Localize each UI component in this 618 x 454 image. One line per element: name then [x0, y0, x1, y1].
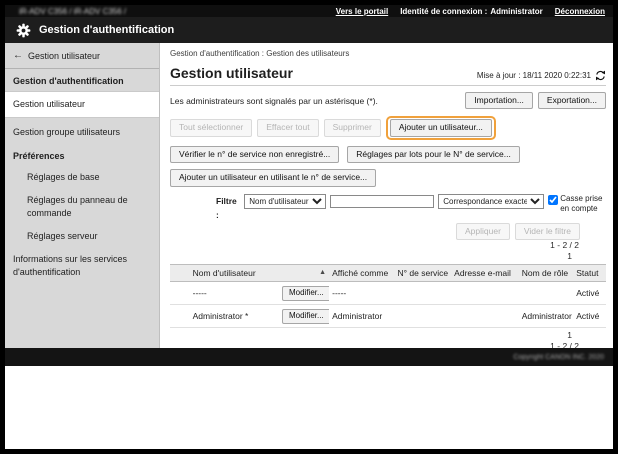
- users-table: Nom d'utilisateur ▲ Affiché comme N° de …: [170, 264, 606, 328]
- clear-all-button: Effacer tout: [257, 119, 318, 136]
- last-updated-text: Mise à jour : 18/11 2020 0:22:31: [477, 71, 591, 80]
- sidebar-item-group-management[interactable]: Gestion groupe utilisateurs: [5, 121, 159, 144]
- pagination-page-number[interactable]: 1: [170, 330, 579, 341]
- apply-filter-button: Appliquer: [456, 223, 510, 240]
- gear-icon: [16, 23, 31, 38]
- add-user-by-dept-button[interactable]: Ajouter un utilisateur en utilisant le n…: [170, 169, 376, 186]
- row-select-cell: [170, 305, 190, 328]
- back-arrow-icon: ←: [13, 50, 23, 61]
- header-user-name[interactable]: Nom d'utilisateur ▲: [190, 265, 330, 282]
- app-title: Gestion d'authentification: [39, 24, 174, 36]
- row-dept-id: [395, 282, 452, 305]
- row-dept-id: [395, 305, 452, 328]
- sidebar-section-preferences: Préférences: [5, 144, 159, 166]
- header-email: Adresse e-mail: [451, 265, 519, 282]
- row-email: [451, 282, 519, 305]
- pagination-page-number[interactable]: 1: [170, 251, 579, 262]
- delete-button: Supprimer: [324, 119, 381, 136]
- session-bar: iR-ADV C356 / iR-ADV C356 / Vers le port…: [5, 5, 613, 17]
- row-displayed-as: -----: [329, 282, 394, 305]
- pagination-top: 1 - 2 / 2 1: [170, 240, 606, 262]
- add-user-button[interactable]: Ajouter un utilisateur...: [390, 119, 492, 136]
- breadcrumb: Gestion d'authentification : Gestion des…: [170, 49, 606, 58]
- row-displayed-as: Administrator: [329, 305, 394, 328]
- row-user-name: Administrator *: [190, 305, 279, 328]
- case-sensitive-checkbox[interactable]: [548, 195, 558, 205]
- footer-bar: Copyright CANON INC. 2020: [5, 348, 613, 366]
- refresh-icon[interactable]: [595, 70, 606, 81]
- sidebar-item-user-management[interactable]: Gestion utilisateur: [5, 91, 159, 118]
- sidebar-item-auth-service-info[interactable]: Informations sur les services d'authenti…: [5, 248, 159, 284]
- admin-asterisk-note: Les administrateurs sont signalés par un…: [170, 96, 378, 106]
- modify-user-button[interactable]: Modifier...: [282, 286, 329, 301]
- sidebar-back-label: Gestion utilisateur: [28, 51, 100, 61]
- modify-user-button[interactable]: Modifier...: [282, 309, 329, 324]
- add-user-callout-highlight: Ajouter un utilisateur...: [386, 116, 496, 139]
- sidebar: ← Gestion utilisateur Gestion d'authenti…: [5, 43, 160, 348]
- sidebar-item-server-settings[interactable]: Réglages serveur: [5, 225, 159, 248]
- select-all-button: Tout sélectionner: [170, 119, 252, 136]
- import-button[interactable]: Importation...: [465, 92, 533, 109]
- page-title: Gestion utilisateur: [170, 65, 293, 81]
- export-button[interactable]: Exportation...: [538, 92, 606, 109]
- page-blank-area: [5, 366, 613, 449]
- screenshot-frame: iR-ADV C356 / iR-ADV C356 / Vers le port…: [0, 0, 618, 454]
- sidebar-section-authentication: Gestion d'authentification: [5, 69, 159, 91]
- row-status: Activé: [573, 305, 606, 328]
- clear-filter-button: Vider le filtre: [515, 223, 580, 240]
- logout-link[interactable]: Déconnexion: [555, 7, 605, 16]
- filter-label: Filtre :: [216, 194, 240, 222]
- main-panel: Gestion d'authentification : Gestion des…: [160, 43, 613, 348]
- case-sensitive-label: Casse prise en compte: [560, 194, 606, 214]
- sidebar-item-control-panel-settings[interactable]: Réglages du panneau de commande: [5, 189, 159, 225]
- app-title-bar: Gestion d'authentification: [5, 17, 613, 43]
- batch-dept-settings-button[interactable]: Réglages par lots pour le N° de service.…: [347, 146, 520, 163]
- filter-match-select[interactable]: Correspondance exacte: [438, 194, 544, 209]
- filter-field-select[interactable]: Nom d'utilisateur: [244, 194, 326, 209]
- table-header-row: Nom d'utilisateur ▲ Affiché comme N° de …: [170, 265, 606, 282]
- sidebar-item-basic-settings[interactable]: Réglages de base: [5, 166, 159, 189]
- pagination-bottom: 1 1 - 2 / 2: [170, 330, 606, 348]
- header-status: Statut: [573, 265, 606, 282]
- table-row: ----- Modifier... ----- Activé: [170, 282, 606, 305]
- header-role-name: Nom de rôle: [519, 265, 574, 282]
- browser-page: iR-ADV C356 / iR-ADV C356 / Vers le port…: [5, 5, 613, 449]
- header-dept-id: N° de service: [395, 265, 452, 282]
- row-role-name: Administrator: [519, 305, 574, 328]
- row-select-cell: [170, 282, 190, 305]
- device-name: iR-ADV C356 / iR-ADV C356 /: [19, 7, 126, 16]
- header-displayed-as: Affiché comme: [329, 265, 394, 282]
- login-user: Administrator: [490, 7, 542, 16]
- filter-section: Filtre : Nom d'utilisateur Correspondanc…: [170, 194, 606, 240]
- sort-ascending-icon[interactable]: ▲: [319, 269, 326, 276]
- table-row: Administrator * Modifier... Administrato…: [170, 305, 606, 328]
- sidebar-back-link[interactable]: ← Gestion utilisateur: [5, 43, 159, 69]
- row-status: Activé: [573, 282, 606, 305]
- row-email: [451, 305, 519, 328]
- login-label: Identité de connexion :: [400, 7, 487, 16]
- copyright-text: Copyright CANON INC. 2020: [513, 354, 604, 361]
- header-select-column: [170, 265, 190, 282]
- filter-value-input[interactable]: [330, 195, 434, 208]
- row-role-name: [519, 282, 574, 305]
- row-user-name: -----: [190, 282, 279, 305]
- login-identity: Identité de connexion : Administrator: [400, 7, 543, 16]
- portal-link[interactable]: Vers le portail: [336, 7, 388, 16]
- check-unregistered-dept-button[interactable]: Vérifier le n° de service non enregistré…: [170, 146, 339, 163]
- pagination-range: 1 - 2 / 2: [550, 341, 579, 348]
- pagination-range: 1 - 2 / 2: [550, 240, 579, 250]
